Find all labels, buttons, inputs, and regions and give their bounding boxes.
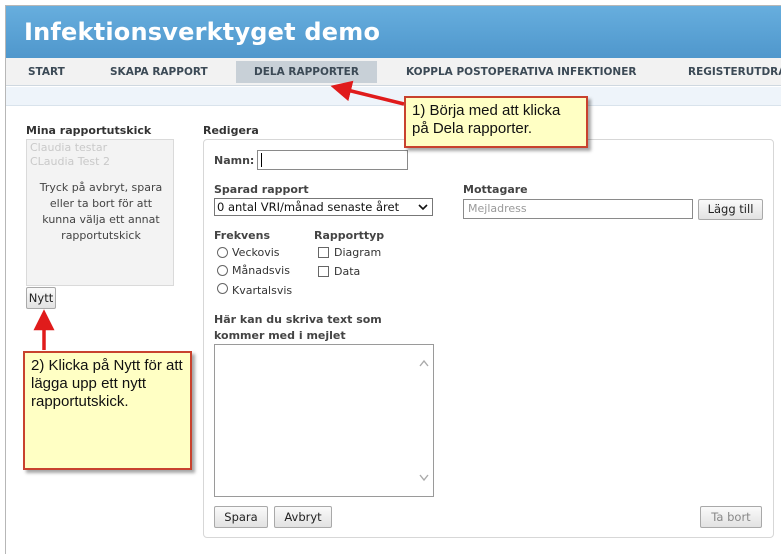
list-item[interactable]: CLaudia Test 2 — [27, 155, 173, 169]
tab-skapa-rapport[interactable]: SKAPA RAPPORT — [106, 61, 212, 83]
recipients-label: Mottagare — [463, 183, 528, 196]
mail-text-area[interactable] — [214, 344, 434, 497]
list-item[interactable]: Claudia testar — [27, 141, 173, 155]
name-label: Namn: — [214, 154, 255, 167]
delete-button[interactable]: Ta bort — [700, 506, 762, 528]
tab-registerutdrag[interactable]: REGISTERUTDRAG — [684, 61, 781, 83]
checkbox-data[interactable] — [318, 266, 329, 277]
callout-step-2: 2) Klicka på Nytt för att lägga upp ett … — [23, 351, 192, 470]
checkbox-label: Data — [334, 265, 361, 278]
report-list[interactable]: Claudia testar CLaudia Test 2 Tryck på a… — [26, 139, 174, 286]
radio-veckovis[interactable] — [217, 247, 228, 258]
edit-panel: Namn: Sparad rapport 0 antal VRI/månad s… — [203, 139, 774, 538]
frequency-label: Frekvens — [214, 229, 271, 242]
save-button[interactable]: Spara — [214, 506, 268, 528]
edit-heading: Redigera — [203, 124, 259, 137]
mail-text-label: Här kan du skriva text som kommer med i … — [214, 313, 382, 342]
saved-report-select[interactable]: 0 antal VRI/månad senaste året — [214, 198, 433, 216]
radio-kvartalsvis[interactable] — [217, 283, 228, 294]
list-hint: Tryck på avbryt, spara eller ta bort för… — [39, 181, 163, 242]
saved-report-label: Sparad rapport — [214, 183, 309, 196]
checkbox-label: Diagram — [334, 246, 382, 259]
app-window: Infektionsverktyget demo START SKAPA RAP… — [5, 5, 781, 554]
app-title: Infektionsverktyget demo — [24, 18, 381, 46]
report-list-heading: Mina rapportutskick — [26, 124, 152, 137]
name-input[interactable] — [257, 150, 408, 170]
scroll-up-icon[interactable] — [419, 359, 429, 367]
radio-label: Veckovis — [232, 246, 280, 259]
radio-label: Månadsvis — [232, 264, 290, 277]
add-recipient-button[interactable]: Lägg till — [698, 199, 763, 220]
chevron-down-icon — [417, 199, 429, 215]
app-header: Infektionsverktyget demo — [6, 6, 781, 58]
new-button[interactable]: Nytt — [26, 287, 56, 309]
report-type-label: Rapporttyp — [314, 229, 385, 242]
sub-bar — [6, 87, 781, 106]
email-input[interactable]: Mejladress — [463, 199, 693, 219]
callout-step-1: 1) Börja med att klicka på Dela rapporte… — [404, 96, 588, 148]
tab-dela-rapporter[interactable]: DELA RAPPORTER — [236, 61, 377, 83]
checkbox-diagram[interactable] — [318, 247, 329, 258]
saved-report-value: 0 antal VRI/månad senaste året — [217, 200, 400, 214]
tab-start[interactable]: START — [24, 61, 69, 83]
text-cursor — [261, 153, 262, 167]
radio-manadsvis[interactable] — [217, 265, 228, 276]
radio-label: Kvartalsvis — [232, 284, 293, 297]
scroll-down-icon[interactable] — [419, 474, 429, 482]
cancel-button[interactable]: Avbryt — [274, 506, 332, 528]
main-nav: START SKAPA RAPPORT DELA RAPPORTER KOPPL… — [6, 58, 781, 86]
tab-koppla-postoperativa[interactable]: KOPPLA POSTOPERATIVA INFEKTIONER — [402, 61, 640, 83]
